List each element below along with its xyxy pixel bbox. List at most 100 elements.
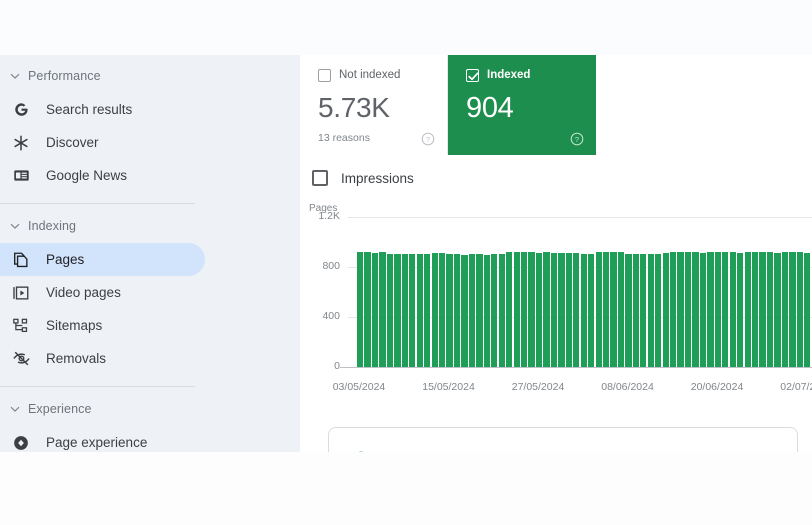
chart-bar[interactable] <box>468 254 476 367</box>
nav-section-experience[interactable]: Experience <box>0 396 300 422</box>
sidebar-item-pages[interactable]: Pages <box>0 243 205 276</box>
chart-bar[interactable] <box>707 252 714 367</box>
chart-bar[interactable] <box>744 252 751 367</box>
chart-bar[interactable] <box>796 252 803 367</box>
chart-baseline <box>340 367 812 368</box>
chart-bar[interactable] <box>774 252 781 367</box>
chart-bar[interactable] <box>453 254 461 367</box>
checkbox-unchecked-icon[interactable] <box>318 68 331 82</box>
chart-bar[interactable] <box>640 254 647 367</box>
chart-bar[interactable] <box>438 253 446 367</box>
nav-divider <box>0 203 195 204</box>
chart-bar[interactable] <box>416 254 423 367</box>
sidebar-item-discover[interactable]: Discover <box>0 126 205 159</box>
card-header: Indexed <box>466 67 584 83</box>
sidebar-item-sitemaps[interactable]: Sitemaps <box>0 309 205 342</box>
indexed-pages-banner[interactable]: View data about indexed pages <box>328 427 798 452</box>
metric-card-indexed[interactable]: Indexed 904 ? <box>448 55 596 155</box>
chart-bar[interactable] <box>625 253 632 367</box>
chart-bar[interactable] <box>573 252 580 367</box>
chart-bar[interactable] <box>424 254 431 367</box>
chart-bar[interactable] <box>558 252 565 367</box>
x-axis-tick: 15/05/2024 <box>422 381 475 393</box>
chart-bar[interactable] <box>543 252 550 367</box>
chart-bar[interactable] <box>461 254 468 367</box>
card-title: Not indexed <box>339 69 401 81</box>
chart-bar[interactable] <box>371 252 379 367</box>
y-axis-tick: 1.2K <box>318 210 340 222</box>
chart-bar[interactable] <box>670 252 677 367</box>
nav-section-performance[interactable]: Performance <box>0 63 300 89</box>
chart-bar[interactable] <box>737 252 744 367</box>
chart-bar[interactable] <box>506 252 513 367</box>
chart-bar[interactable] <box>588 254 595 367</box>
chart-bar[interactable] <box>483 254 490 367</box>
impressions-toggle[interactable]: Impressions <box>312 167 414 189</box>
sidebar-item-search-results[interactable]: Search results <box>0 93 205 126</box>
chart-bar[interactable] <box>692 252 699 367</box>
chart-bar[interactable] <box>580 254 587 367</box>
nav-section-indexing[interactable]: Indexing <box>0 213 300 239</box>
chart-bar[interactable] <box>528 252 535 367</box>
card-subtext: 13 reasons <box>318 132 370 144</box>
chart-bar[interactable] <box>677 252 684 367</box>
checkbox-unchecked-icon[interactable] <box>312 170 328 186</box>
chart-bar[interactable] <box>632 253 640 367</box>
x-axis-tick: 02/07/2 <box>780 381 812 393</box>
sidebar-item-removals[interactable]: Removals <box>0 342 205 375</box>
x-axis-tick: 27/05/2024 <box>511 381 565 393</box>
sidebar-item-video-pages[interactable]: Video pages <box>0 276 205 309</box>
chart-bar[interactable] <box>565 252 572 367</box>
chart-plot-area <box>357 217 812 367</box>
chart-bar[interactable] <box>513 252 520 367</box>
chart-bar[interactable] <box>476 254 483 367</box>
chart-bar[interactable] <box>752 252 759 367</box>
chart-bar[interactable] <box>401 254 408 367</box>
chart-bar[interactable] <box>610 252 617 367</box>
x-axis-labels: 03/05/2024 15/05/2024 27/05/2024 08/06/2024… <box>300 381 812 397</box>
chart-bar[interactable] <box>617 252 625 367</box>
caret-down-icon <box>6 217 24 235</box>
chart-bar[interactable] <box>781 252 789 367</box>
chart-bar[interactable] <box>498 254 505 367</box>
chart-bar[interactable] <box>759 252 766 367</box>
chart-bar[interactable] <box>662 252 669 367</box>
help-circle-icon[interactable]: ? <box>421 132 435 146</box>
chart-bar[interactable] <box>520 252 528 367</box>
chart-bar[interactable] <box>409 254 416 367</box>
chart-bar[interactable] <box>550 252 558 367</box>
chart-bar[interactable] <box>655 253 662 367</box>
chart-bar[interactable] <box>699 252 707 367</box>
chart-bar[interactable] <box>357 252 364 367</box>
chart-bar[interactable] <box>595 252 602 367</box>
sidebar-item-page-experience[interactable]: Page experience <box>0 426 205 452</box>
chart-bar[interactable] <box>714 252 722 367</box>
asterisk-star-icon <box>10 132 32 154</box>
x-axis-tick: 03/05/2024 <box>332 381 386 393</box>
chart-bar[interactable] <box>431 253 438 367</box>
chart-bar[interactable] <box>602 252 610 367</box>
chart-bar[interactable] <box>804 252 811 367</box>
sidebar-item-google-news[interactable]: Google News <box>0 159 205 192</box>
chart-bar[interactable] <box>364 252 371 367</box>
sidebar-item-label: Google News <box>46 168 128 183</box>
metric-card-not-indexed[interactable]: Not indexed 5.73K 13 reasons ? <box>300 55 448 155</box>
chart-bar[interactable] <box>729 252 736 367</box>
chart-bar[interactable] <box>379 252 386 367</box>
chart-bar[interactable] <box>789 252 796 367</box>
card-value: 5.73K <box>318 92 390 123</box>
chart-bar[interactable] <box>766 252 774 367</box>
chart-bar[interactable] <box>684 252 692 367</box>
chart-bar[interactable] <box>386 253 394 367</box>
help-circle-icon[interactable]: ? <box>570 132 584 146</box>
card-title: Indexed <box>487 69 531 81</box>
impressions-label: Impressions <box>341 170 414 186</box>
checkbox-checked-icon[interactable] <box>466 68 479 82</box>
chart-bar[interactable] <box>535 252 543 367</box>
chart-bar[interactable] <box>491 254 498 367</box>
chart-bar[interactable] <box>722 252 729 367</box>
chart-bar[interactable] <box>394 254 401 367</box>
news-card-icon <box>10 165 32 187</box>
chart-bar[interactable] <box>446 254 453 367</box>
chart-bar[interactable] <box>647 253 654 367</box>
